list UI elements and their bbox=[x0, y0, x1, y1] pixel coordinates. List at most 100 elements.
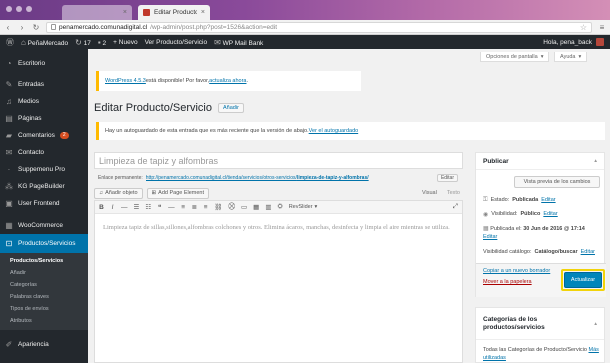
close-tab-icon[interactable]: × bbox=[123, 9, 127, 16]
forward-arrow-icon[interactable]: › bbox=[18, 23, 26, 32]
autosave-notice: Hay un autoguardado de esta entrada que … bbox=[96, 122, 605, 140]
chevron-up-icon[interactable]: ▴ bbox=[594, 158, 597, 164]
update-notice-text: está disponible! Por favor, bbox=[145, 78, 210, 84]
strikethrough-icon[interactable]: — bbox=[121, 204, 128, 211]
browser-tab-inactive[interactable]: × bbox=[62, 5, 132, 20]
sidebar-item-label: Suppemenu Pro bbox=[18, 166, 65, 173]
add-media-button[interactable]: ♫ Añadir objeto bbox=[94, 187, 143, 199]
chevron-up-icon[interactable]: ▴ bbox=[594, 320, 597, 328]
help-button[interactable]: Ayuda ▾ bbox=[554, 52, 588, 62]
sidebar-item-productos[interactable]: ⊡ Productos/Servicios bbox=[0, 234, 88, 253]
catalog-visibility-row: Visibilidad catálogo: Catálogo/buscar Ed… bbox=[483, 249, 595, 255]
browser-menu-icon[interactable]: ≡ bbox=[598, 23, 606, 32]
edit-visibility-link[interactable]: Editar bbox=[543, 211, 557, 217]
sidebar-item-contacto[interactable]: ✉ Contacto bbox=[0, 144, 88, 161]
wordpress-logo-icon[interactable]: Ⓦ bbox=[6, 37, 14, 48]
submenu-item-anadir[interactable]: Añadir bbox=[0, 267, 88, 279]
submenu-item-envios[interactable]: Tipos de envíos bbox=[0, 303, 88, 315]
submenu-item-atributos[interactable]: Atributos bbox=[0, 315, 88, 327]
admin-bar-updates[interactable]: ↻ 17 bbox=[75, 38, 91, 47]
close-window-icon[interactable] bbox=[6, 6, 12, 12]
admin-bar-view[interactable]: Ver Producto/Servicio bbox=[145, 39, 208, 46]
view-autosave-link[interactable]: Ver el autoguardado bbox=[309, 128, 359, 134]
submenu-item-categorias[interactable]: Categorías bbox=[0, 279, 88, 291]
sidebar-item-user-frontend[interactable]: ▣ User Frontend bbox=[0, 195, 88, 212]
sidebar-item-apariencia[interactable]: ✐ Apariencia bbox=[0, 336, 88, 353]
read-more-icon[interactable]: ▭ bbox=[241, 203, 247, 211]
edit-date-link[interactable]: Editar bbox=[483, 233, 497, 241]
sidebar-item-suppemenu[interactable]: · Suppemenu Pro bbox=[0, 161, 88, 178]
categories-title: Categorías de los productos/servicios bbox=[483, 315, 545, 331]
align-left-icon[interactable]: ≡ bbox=[181, 204, 186, 211]
back-arrow-icon[interactable]: ‹ bbox=[4, 23, 12, 32]
sidebar-item-comentarios[interactable]: ▰ Comentarios 2 bbox=[0, 127, 88, 144]
sidebar-item-escritorio[interactable]: ◔ Escritorio bbox=[0, 55, 88, 72]
unlink-icon[interactable]: ⛒ bbox=[228, 203, 235, 211]
tab-all-categories[interactable]: Todas las Categorías de Producto/Servici… bbox=[483, 347, 587, 353]
copy-to-draft-link[interactable]: Copiar a un nuevo borrador bbox=[483, 268, 550, 274]
horizontal-rule-icon[interactable]: — bbox=[168, 204, 175, 211]
close-tab-icon[interactable]: × bbox=[201, 9, 205, 16]
permalink-edit-button[interactable]: Editar bbox=[436, 174, 458, 182]
preview-changes-button[interactable]: Vista previa de los cambios bbox=[514, 176, 600, 188]
admin-bar-new[interactable]: + Nuevo bbox=[113, 39, 137, 46]
browser-tab-active[interactable]: Editar Producto/Servicio × bbox=[138, 5, 210, 20]
edit-catalog-link[interactable]: Editar bbox=[581, 249, 595, 255]
bold-icon[interactable]: B bbox=[99, 204, 104, 211]
tab-text[interactable]: Texto bbox=[444, 190, 463, 196]
revslider-label: RevSlider bbox=[288, 204, 313, 210]
italic-icon[interactable]: I bbox=[110, 204, 115, 211]
media-icon: ♫ bbox=[6, 97, 12, 106]
align-right-icon[interactable]: ≡ bbox=[203, 204, 208, 211]
bullet-list-icon[interactable]: ☰ bbox=[134, 203, 140, 211]
bookmark-star-icon[interactable]: ☆ bbox=[580, 23, 587, 32]
blockquote-icon[interactable]: ❝ bbox=[157, 203, 162, 211]
numbered-list-icon[interactable]: ☷ bbox=[145, 203, 151, 211]
wp-admin-bar: Ⓦ ⌂ PeñaMercado ↻ 17 ▪ 2 + Nuevo Ver Pro… bbox=[0, 35, 610, 49]
page-builder-icon[interactable]: ▥ bbox=[265, 203, 271, 211]
minimize-window-icon[interactable] bbox=[16, 6, 22, 12]
address-bar: ‹ › ↻ penamercado.comunadigital.cl/wp-ad… bbox=[0, 20, 610, 35]
edit-status-link[interactable]: Editar bbox=[541, 197, 555, 203]
link-icon[interactable]: ⛓ bbox=[214, 203, 222, 211]
sidebar-item-label: Páginas bbox=[18, 115, 42, 122]
update-button[interactable]: Actualizar bbox=[564, 272, 602, 288]
sidebar-item-entradas[interactable]: ✎ Entradas bbox=[0, 76, 88, 93]
editor-body[interactable]: Limpieza tapiz de sillas,sillones,alfomb… bbox=[95, 214, 462, 242]
maximize-window-icon[interactable] bbox=[26, 6, 32, 12]
categories-tabs: Todas las Categorías de Producto/Servici… bbox=[483, 346, 604, 362]
media-buttons: ♫ Añadir objeto ⊞ Add Page Element Visual … bbox=[94, 187, 463, 199]
url-host: penamercado.comunadigital.cl bbox=[59, 23, 148, 31]
admin-bar-site[interactable]: ⌂ PeñaMercado bbox=[21, 38, 68, 47]
fullscreen-icon[interactable]: ⤢ bbox=[453, 203, 458, 211]
url-input[interactable]: penamercado.comunadigital.cl/wp-admin/po… bbox=[46, 21, 592, 33]
categories-box: Categorías de los productos/servicios ▴ … bbox=[475, 307, 605, 363]
submenu-item-productos[interactable]: Productos/Servicios bbox=[0, 255, 88, 267]
update-version-link[interactable]: WordPress 4.5.3 bbox=[105, 78, 146, 84]
admin-bar-account[interactable]: Hola, pena_back bbox=[543, 38, 604, 46]
revslider-dropdown[interactable]: RevSlider ▾ bbox=[289, 204, 318, 210]
move-to-trash-link[interactable]: Mover a la papelera bbox=[483, 279, 532, 285]
toolbar-toggle-icon[interactable]: ▦ bbox=[253, 203, 259, 211]
reload-icon[interactable]: ↻ bbox=[32, 23, 40, 32]
admin-bar-comments[interactable]: ▪ 2 bbox=[98, 38, 106, 47]
add-page-element-button[interactable]: ⊞ Add Page Element bbox=[146, 187, 210, 199]
tab-visual[interactable]: Visual bbox=[419, 190, 440, 196]
sidebar-item-woocommerce[interactable]: ▦ WooCommerce bbox=[0, 217, 88, 234]
revslider-icon[interactable]: ⛭ bbox=[277, 203, 282, 211]
screen: × Editar Producto/Servicio × ‹ › ↻ penam… bbox=[0, 0, 610, 363]
sidebar-item-medios[interactable]: ♫ Medios bbox=[0, 93, 88, 110]
publish-box-header[interactable]: Publicar ▴ bbox=[476, 153, 604, 170]
align-center-icon[interactable]: ≣ bbox=[192, 203, 197, 211]
sidebar-item-pagebuilder[interactable]: ⁂ KG PageBuilder bbox=[0, 178, 88, 195]
post-title-input[interactable]: Limpieza de tapiz y alfombras bbox=[94, 152, 463, 169]
submenu-item-palabras[interactable]: Palabras claves bbox=[0, 291, 88, 303]
status-value: Publicada bbox=[512, 197, 539, 203]
categories-box-header[interactable]: Categorías de los productos/servicios ▴ bbox=[476, 308, 604, 340]
add-new-button[interactable]: Añadir bbox=[218, 103, 244, 113]
permalink-url[interactable]: http://penamercado.comunadigital.cl/tien… bbox=[146, 175, 434, 181]
update-now-link[interactable]: actualiza ahora bbox=[209, 78, 246, 84]
admin-bar-wpmail[interactable]: ✉ WP Mail Bank bbox=[214, 38, 263, 47]
sidebar-item-paginas[interactable]: ▤ Páginas bbox=[0, 110, 88, 127]
screen-options-button[interactable]: Opciones de pantalla ▾ bbox=[480, 52, 550, 62]
